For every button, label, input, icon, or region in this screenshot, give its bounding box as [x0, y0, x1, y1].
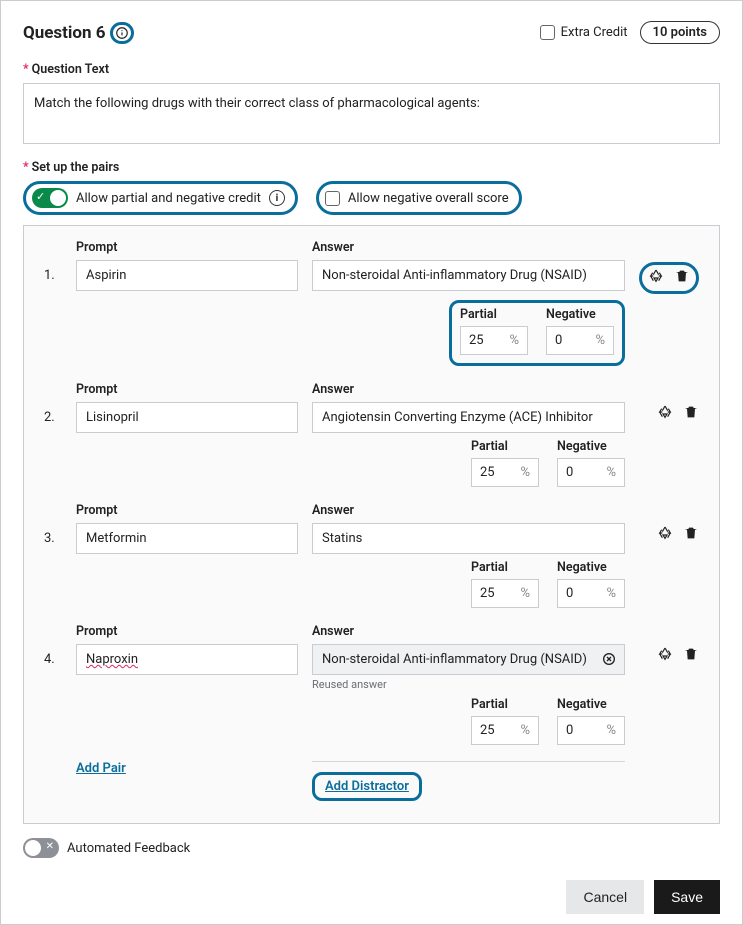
- answer-label: Answer: [312, 240, 625, 255]
- negative-label: Negative: [557, 560, 625, 575]
- partial-label: Partial: [471, 697, 539, 712]
- recycle-icon[interactable]: [657, 404, 673, 424]
- partial-label: Partial: [460, 307, 528, 322]
- partial-input[interactable]: 25%: [471, 458, 539, 487]
- toggle-on-icon: [32, 188, 68, 208]
- partial-input[interactable]: 25%: [460, 326, 528, 355]
- negative-input[interactable]: 0%: [557, 716, 625, 745]
- pairs-label: *Set up the pairs: [23, 160, 720, 175]
- prompt-label: Prompt: [76, 382, 298, 397]
- row-number: 2.: [44, 410, 62, 425]
- allow-partial-toggle[interactable]: Allow partial and negative credit i: [23, 181, 298, 215]
- row-number: 1.: [44, 268, 62, 283]
- prompt-label: Prompt: [76, 240, 298, 255]
- recycle-icon[interactable]: [657, 525, 673, 545]
- trash-icon[interactable]: [683, 646, 699, 666]
- points-pill[interactable]: 10 points: [640, 21, 720, 44]
- answer-input[interactable]: Statins: [312, 523, 625, 554]
- prompt-input[interactable]: Aspirin: [76, 260, 298, 291]
- partial-input[interactable]: 25%: [471, 716, 539, 745]
- recycle-icon[interactable]: [648, 268, 664, 288]
- extra-credit-toggle[interactable]: Extra Credit: [540, 25, 628, 40]
- add-pair-link[interactable]: Add Pair: [76, 761, 126, 776]
- info-icon[interactable]: i: [269, 190, 285, 206]
- answer-input[interactable]: Angiotensin Converting Enzyme (ACE) Inhi…: [312, 402, 625, 433]
- prompt-input[interactable]: Metformin: [76, 523, 298, 554]
- save-button[interactable]: Save: [654, 880, 720, 914]
- automated-feedback-toggle[interactable]: [23, 838, 59, 858]
- extra-credit-label: Extra Credit: [561, 25, 628, 40]
- prompt-input[interactable]: Lisinopril: [76, 402, 298, 433]
- answer-input[interactable]: Non-steroidal Anti-inflammatory Drug (NS…: [312, 260, 625, 291]
- negative-input[interactable]: 0%: [546, 326, 614, 355]
- question-number: Question 6: [23, 23, 106, 43]
- partial-label: Partial: [471, 560, 539, 575]
- prompt-input[interactable]: Naproxin: [76, 644, 298, 675]
- clear-reused-icon[interactable]: [601, 651, 617, 667]
- allow-negative-checkbox[interactable]: Allow negative overall score: [316, 181, 522, 215]
- row-number: 4.: [44, 652, 62, 667]
- negative-input[interactable]: 0%: [557, 579, 625, 608]
- pairs-panel: 1. Prompt Aspirin Answer Non-steroidal Anti-…: [23, 225, 720, 824]
- automated-feedback-label: Automated Feedback: [67, 841, 190, 856]
- row-number: 3.: [44, 531, 62, 546]
- partial-label: Partial: [471, 439, 539, 454]
- answer-label: Answer: [312, 382, 625, 397]
- negative-input[interactable]: 0%: [557, 458, 625, 487]
- trash-icon[interactable]: [674, 268, 690, 288]
- checkbox-icon: [325, 191, 340, 206]
- reused-note: Reused answer: [312, 678, 625, 691]
- partial-input[interactable]: 25%: [471, 579, 539, 608]
- negative-label: Negative: [546, 307, 614, 322]
- answer-label: Answer: [312, 624, 625, 639]
- recycle-icon[interactable]: [657, 646, 673, 666]
- prompt-label: Prompt: [76, 624, 298, 639]
- trash-icon[interactable]: [683, 404, 699, 424]
- cancel-button[interactable]: Cancel: [566, 880, 644, 914]
- prompt-label: Prompt: [76, 503, 298, 518]
- question-title: Question 6: [23, 22, 134, 44]
- question-text-input[interactable]: Match the following drugs with their cor…: [23, 83, 720, 144]
- checkbox-icon: [540, 25, 555, 40]
- answer-input[interactable]: Non-steroidal Anti-inflammatory Drug (NS…: [312, 644, 625, 675]
- add-distractor-link[interactable]: Add Distractor: [312, 772, 422, 801]
- negative-label: Negative: [557, 697, 625, 712]
- answer-label: Answer: [312, 503, 625, 518]
- question-text-label: *Question Text: [23, 62, 720, 77]
- negative-label: Negative: [557, 439, 625, 454]
- trash-icon[interactable]: [683, 525, 699, 545]
- info-icon[interactable]: [110, 22, 134, 44]
